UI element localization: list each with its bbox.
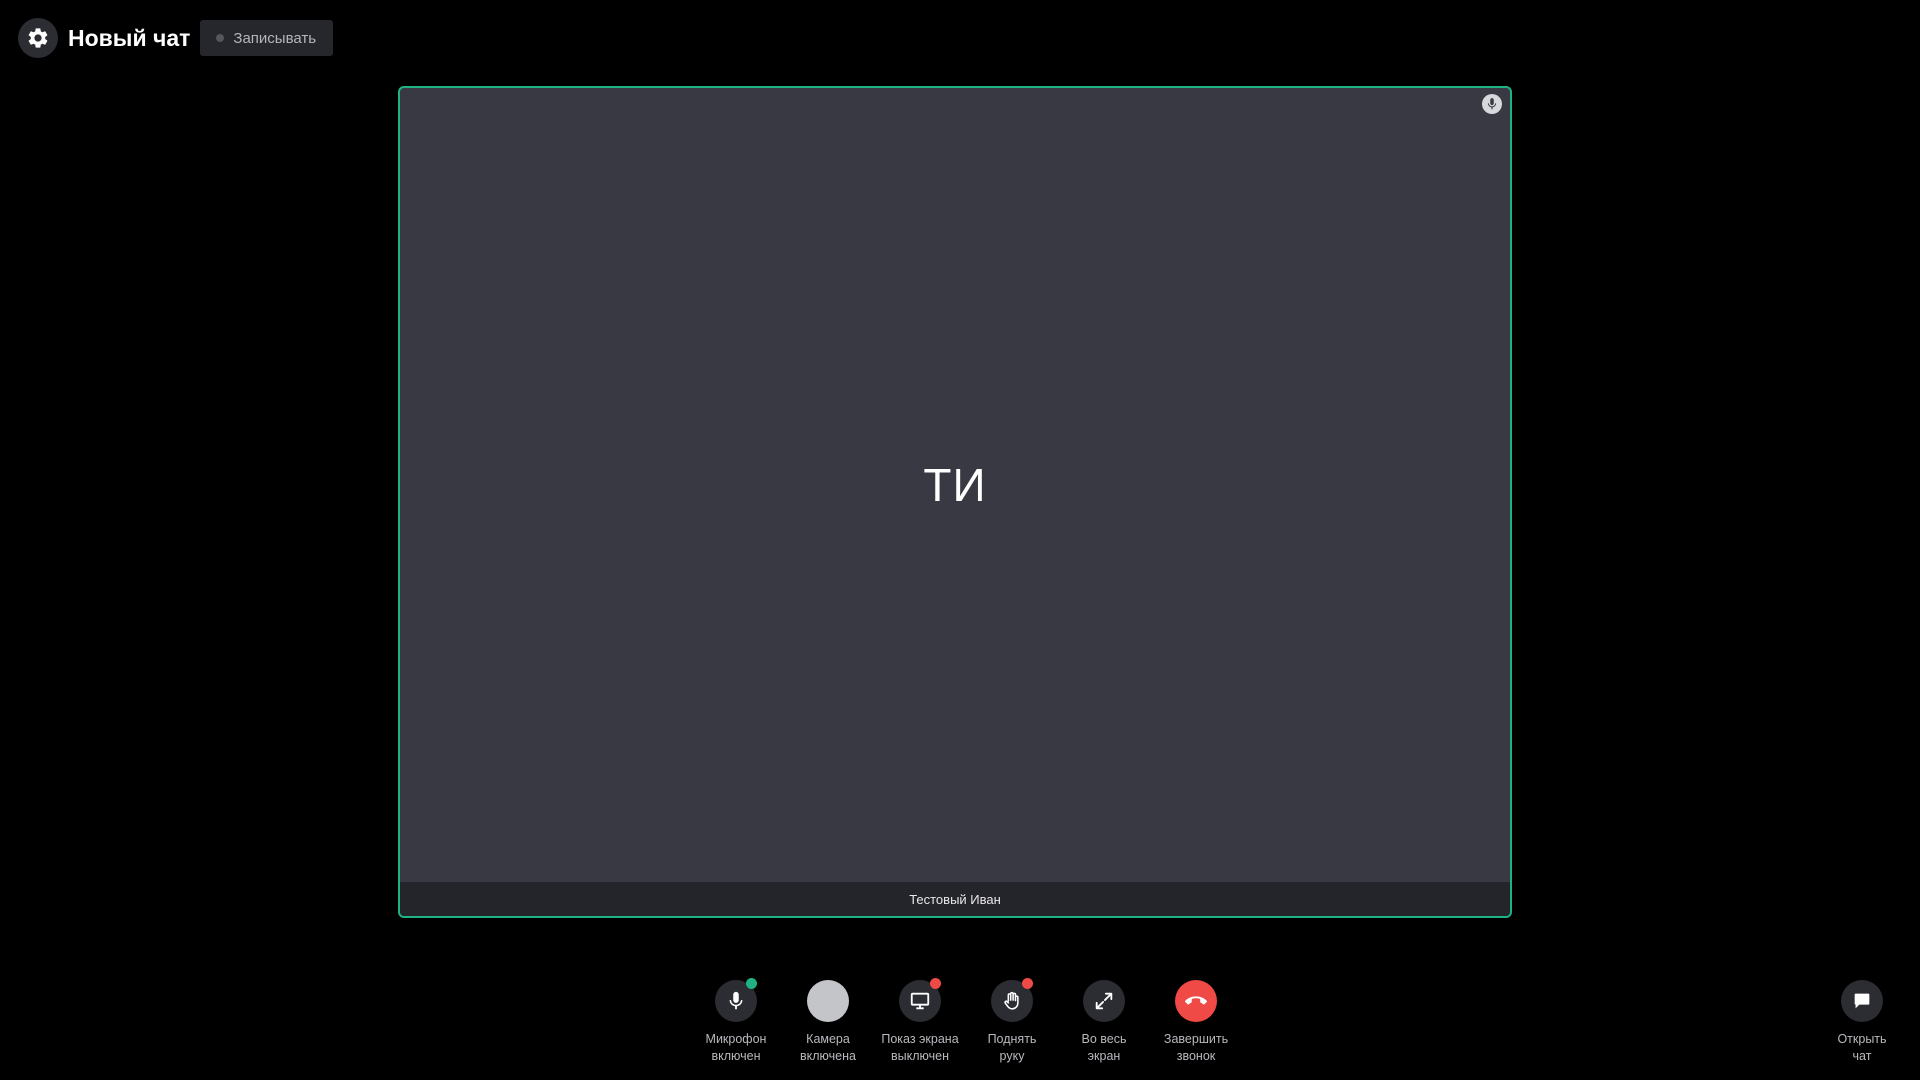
- end-call-label: Завершить звонок: [1164, 1031, 1228, 1065]
- raise-hand-button[interactable]: Поднять руку: [966, 978, 1058, 1065]
- camera-label-line2: включена: [800, 1049, 856, 1063]
- participant-tile[interactable]: ТИ Тестовый Иван: [398, 86, 1512, 918]
- raise-hand-status-indicator: [1022, 978, 1033, 989]
- microphone-label-line1: Микрофон: [705, 1032, 767, 1046]
- fullscreen-label-line1: Во весь: [1081, 1032, 1127, 1046]
- open-chat-label: Открыть чат: [1837, 1031, 1886, 1065]
- screen-share-label-line1: Показ экрана: [881, 1032, 959, 1046]
- open-chat-label-line2: чат: [1852, 1049, 1872, 1063]
- monitor-icon: [910, 992, 930, 1010]
- hand-icon: [1004, 991, 1019, 1010]
- microphone-icon: [1482, 94, 1502, 114]
- end-call-label-line2: звонок: [1176, 1049, 1216, 1063]
- screen-share-button[interactable]: Показ экрана выключен: [874, 978, 966, 1065]
- chat-bubble-icon: [1854, 993, 1870, 1009]
- camera-button-circle[interactable]: [807, 980, 849, 1022]
- end-call-label-line1: Завершить: [1163, 1032, 1229, 1046]
- end-call-button[interactable]: Завершить звонок: [1150, 980, 1242, 1065]
- record-button[interactable]: Записывать: [200, 20, 334, 56]
- raise-hand-label-line2: руку: [999, 1049, 1025, 1063]
- screen-share-label: Показ экрана выключен: [881, 1031, 958, 1065]
- fullscreen-label-line2: экран: [1087, 1049, 1121, 1063]
- header: Новый чат Записывать: [18, 18, 334, 58]
- microphone-status-indicator: [746, 978, 757, 989]
- chat-title: Новый чат: [68, 24, 191, 51]
- fullscreen-button-circle[interactable]: [1083, 980, 1125, 1022]
- participant-initials: ТИ: [923, 459, 987, 511]
- settings-button[interactable]: [18, 18, 58, 58]
- camera-label-line1: Камера: [806, 1032, 850, 1046]
- microphone-button-circle[interactable]: [715, 978, 757, 1022]
- raise-hand-button-circle[interactable]: [991, 978, 1033, 1022]
- participant-name-bar: Тестовый Иван: [400, 882, 1510, 916]
- screen-share-label-line2: выключен: [891, 1049, 949, 1063]
- open-chat-button-circle[interactable]: [1841, 980, 1883, 1022]
- raise-hand-label-line1: Поднять: [987, 1032, 1037, 1046]
- camera-toggle-button[interactable]: Камера включена: [782, 980, 874, 1065]
- open-chat-button[interactable]: Открыть чат: [1832, 980, 1892, 1065]
- phone-hangup-icon: [1185, 996, 1207, 1005]
- gear-icon: [28, 28, 48, 48]
- fullscreen-button[interactable]: Во весь экран: [1058, 980, 1150, 1065]
- microphone-icon: [729, 991, 743, 1010]
- expand-icon: [1095, 992, 1113, 1010]
- microphone-label: Микрофон включен: [706, 1031, 767, 1065]
- fullscreen-label: Во весь экран: [1082, 1031, 1127, 1065]
- end-call-button-circle[interactable]: [1175, 980, 1217, 1022]
- call-controls: Микрофон включен Камера включена Показ э…: [690, 978, 1242, 1065]
- video-call-app: Новый чат Записывать ТИ Тестовый Иван Ми…: [0, 0, 1920, 1080]
- camera-label: Камера включена: [800, 1031, 856, 1065]
- raise-hand-label: Поднять руку: [988, 1031, 1037, 1065]
- screen-share-button-circle[interactable]: [899, 978, 941, 1022]
- participant-name: Тестовый Иван: [909, 891, 1001, 907]
- open-chat-label-line1: Открыть: [1837, 1032, 1887, 1046]
- screen-share-status-indicator: [930, 978, 941, 989]
- microphone-toggle-button[interactable]: Микрофон включен: [690, 978, 782, 1065]
- record-dot-icon: [216, 34, 225, 42]
- record-button-label: Записывать: [233, 29, 317, 47]
- microphone-label-line2: включен: [711, 1049, 761, 1063]
